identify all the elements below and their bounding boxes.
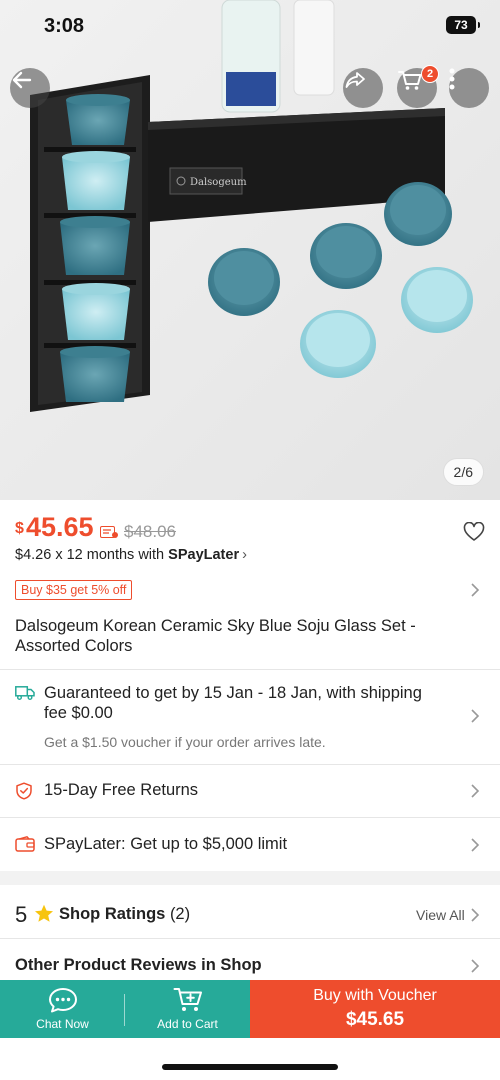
divider bbox=[0, 764, 500, 765]
shipping-line-2: fee $0.00 bbox=[44, 704, 113, 722]
shield-check-icon bbox=[16, 782, 32, 800]
shop-ratings-text: Shop Ratings bbox=[59, 905, 166, 923]
share-icon bbox=[345, 72, 365, 88]
cart-button[interactable]: 2 bbox=[397, 65, 439, 108]
chevron-right-icon bbox=[471, 908, 480, 922]
add-to-cart-label: Add to Cart bbox=[157, 1017, 218, 1031]
bottom-action-bar: Chat Now Add to Cart Buy with Voucher $4… bbox=[0, 980, 500, 1038]
wallet-icon bbox=[15, 836, 35, 852]
divider bbox=[0, 669, 500, 670]
back-button[interactable] bbox=[10, 68, 50, 108]
original-price: $48.06 bbox=[124, 522, 176, 541]
image-counter: 2/6 bbox=[442, 458, 484, 486]
chevron-right-icon bbox=[471, 838, 480, 852]
promo-badge[interactable]: Buy $35 get 5% off bbox=[15, 580, 133, 600]
status-icons: 73 bbox=[446, 16, 480, 34]
battery-level: 73 bbox=[454, 18, 468, 32]
chevron-right-icon bbox=[471, 959, 480, 973]
chevron-right-icon bbox=[471, 784, 480, 798]
free-returns-label: 15-Day Free Returns bbox=[44, 781, 199, 799]
price-tag-icon bbox=[100, 526, 118, 538]
cart-plus-icon bbox=[173, 988, 202, 1011]
chat-now-label: Chat Now bbox=[36, 1017, 89, 1031]
divider bbox=[0, 817, 500, 818]
chevron-right-icon: › bbox=[242, 547, 247, 563]
heart-icon[interactable] bbox=[463, 522, 485, 542]
late-voucher-note: Get a $1.50 voucher if your order arrive… bbox=[44, 734, 326, 750]
spaylater-label: SPayLater: Get up to $5,000 limit bbox=[44, 835, 288, 853]
bottom-left-actions: Chat Now Add to Cart bbox=[0, 980, 250, 1038]
cart-count-badge: 2 bbox=[421, 65, 439, 83]
add-to-cart-button[interactable]: Add to Cart bbox=[125, 980, 250, 1038]
chevron-right-icon[interactable] bbox=[470, 582, 480, 598]
product-title: Dalsogeum Korean Ceramic Sky Blue Soju G… bbox=[15, 617, 416, 655]
status-bar: 3:08 73 bbox=[0, 0, 500, 56]
buy-price: $45.65 bbox=[345, 1009, 405, 1030]
installment-brand: SPayLater bbox=[168, 547, 240, 563]
truck-icon bbox=[15, 686, 35, 700]
more-vertical-icon bbox=[449, 68, 455, 90]
product-image-gallery[interactable]: Dalsogeum 3:08 73 2 2/6 bbox=[0, 0, 500, 500]
chevron-right-icon bbox=[471, 709, 480, 723]
buy-with-voucher-button[interactable]: Buy with Voucher $45.65 bbox=[250, 980, 500, 1038]
share-button[interactable] bbox=[343, 68, 383, 108]
view-all-link[interactable]: View All bbox=[416, 907, 465, 923]
ratings-count: (2) bbox=[169, 905, 191, 923]
rating-score: 5 bbox=[15, 902, 28, 927]
product-details: $ 45.65 $48.06 $4.26 x 12 months with SP… bbox=[0, 500, 500, 974]
current-price: 45.65 bbox=[26, 512, 94, 542]
shipping-line-1: Guaranteed to get by 15 Jan - 18 Jan, wi… bbox=[44, 684, 422, 702]
box-label: Dalsogeum bbox=[190, 177, 247, 188]
other-reviews-label: Other Product Reviews in Shop bbox=[15, 956, 262, 974]
section-gap bbox=[0, 871, 500, 885]
chat-icon bbox=[48, 988, 77, 1013]
battery-icon: 73 bbox=[446, 16, 480, 34]
star-icon bbox=[35, 904, 53, 922]
chat-now-button[interactable]: Chat Now bbox=[0, 980, 125, 1038]
installment-text: $4.26 x 12 months with bbox=[15, 547, 169, 563]
installment-row[interactable]: $4.26 x 12 months with SPayLater › bbox=[15, 547, 247, 563]
buy-with-voucher-label: Buy with Voucher bbox=[313, 987, 437, 1004]
more-options-button[interactable] bbox=[449, 68, 489, 108]
cart-icon bbox=[398, 71, 422, 90]
home-indicator[interactable] bbox=[162, 1064, 338, 1070]
arrow-left-icon bbox=[12, 71, 32, 89]
separator bbox=[124, 994, 125, 1026]
shop-ratings-label: Shop Ratings (2) bbox=[59, 905, 190, 924]
price-currency: $ bbox=[15, 520, 24, 537]
status-time: 3:08 bbox=[44, 15, 85, 37]
divider bbox=[0, 938, 500, 939]
price-row: $ 45.65 $48.06 bbox=[0, 500, 500, 542]
